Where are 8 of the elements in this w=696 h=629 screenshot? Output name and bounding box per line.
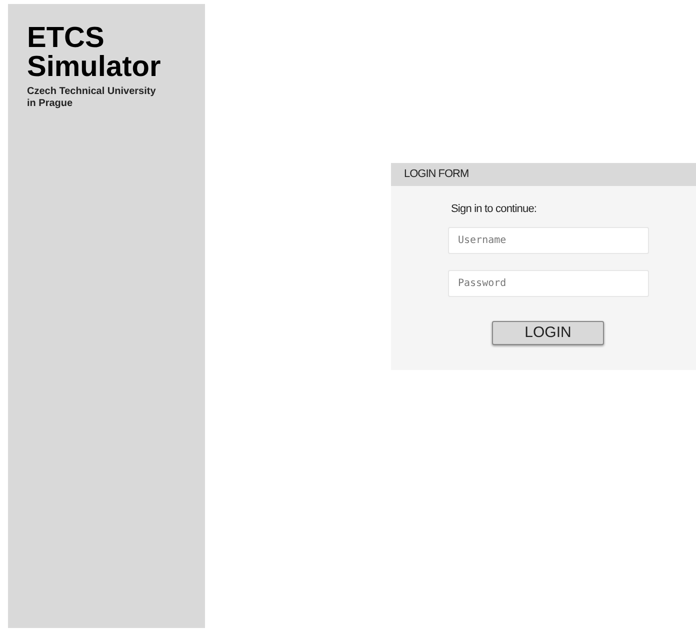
input-field[interactable]: Username (448, 226, 649, 254)
header-title: LOGIN FORM (404, 167, 469, 182)
university-name: Czech Technical University in Prague (27, 86, 157, 110)
sign-in-prompt: Sign in to continue: (451, 202, 538, 217)
app-title: Simulator (27, 53, 162, 82)
login-button[interactable]: LOGIN (492, 320, 604, 344)
app-title: ETCS (27, 24, 106, 53)
input-field[interactable]: Password (448, 270, 649, 296)
